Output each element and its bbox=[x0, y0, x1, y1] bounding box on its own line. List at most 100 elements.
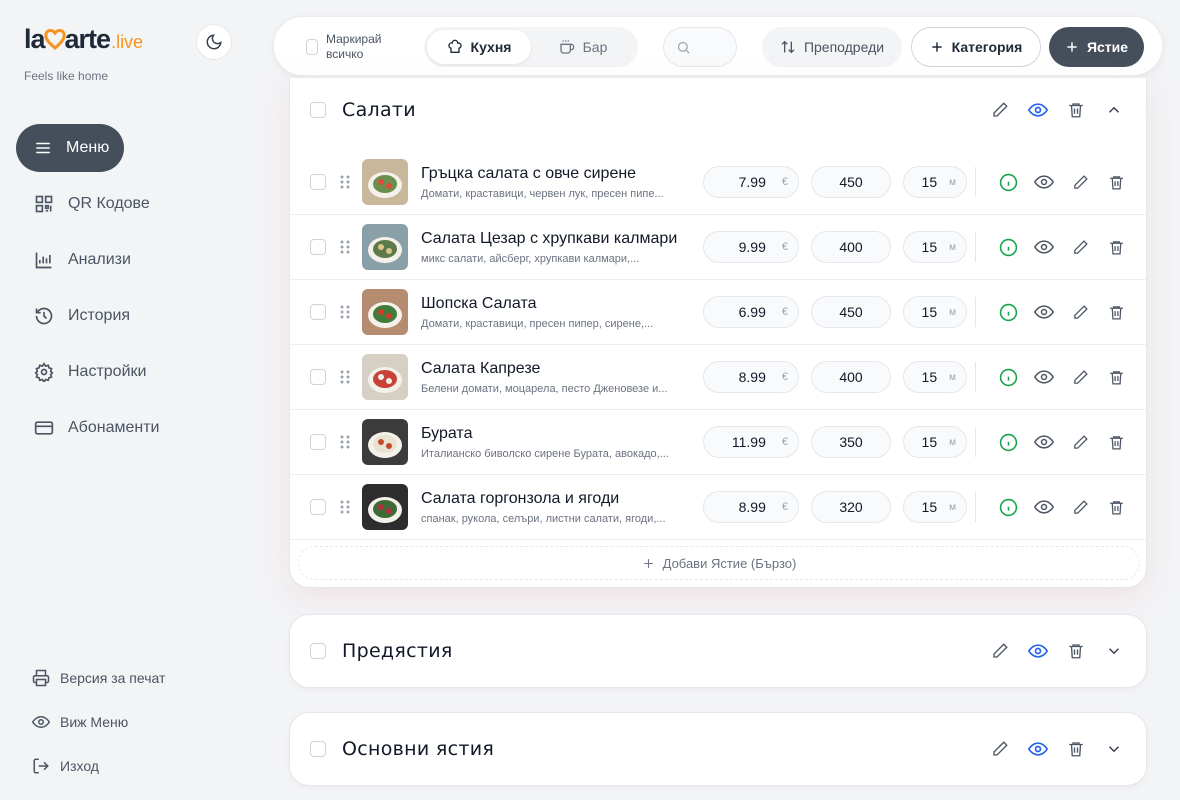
reorder-button[interactable]: Преподреди bbox=[762, 27, 902, 67]
prep-time-field[interactable]: 15 м bbox=[903, 166, 967, 198]
sidebar-item-qr[interactable]: QR Кодове bbox=[16, 180, 256, 228]
edit-dish-button[interactable] bbox=[1070, 237, 1090, 257]
toggle-dish-visibility-button[interactable] bbox=[1034, 497, 1054, 517]
mark-all-checkbox[interactable]: Маркирай всичко bbox=[306, 32, 394, 62]
category-checkbox[interactable] bbox=[310, 102, 326, 118]
drag-handle-icon[interactable] bbox=[338, 369, 352, 385]
sidebar-item-subscriptions[interactable]: Абонаменти bbox=[16, 404, 256, 452]
drag-handle-icon[interactable] bbox=[338, 239, 352, 255]
logout-link[interactable]: Изход bbox=[32, 752, 165, 780]
collapse-category-button[interactable] bbox=[1104, 100, 1124, 120]
sidebar-item-menu[interactable]: Меню bbox=[16, 124, 124, 172]
weight-field[interactable]: 400 bbox=[811, 231, 891, 263]
price-field[interactable]: 8.99 € bbox=[703, 361, 799, 393]
delete-dish-button[interactable] bbox=[1106, 237, 1126, 257]
weight-field[interactable]: 450 bbox=[811, 296, 891, 328]
edit-dish-button[interactable] bbox=[1070, 367, 1090, 387]
search-box[interactable] bbox=[663, 27, 737, 67]
dish-checkbox[interactable] bbox=[310, 304, 326, 320]
dish-checkbox[interactable] bbox=[310, 499, 326, 515]
add-category-button[interactable]: Категория bbox=[911, 27, 1041, 67]
prep-time-field[interactable]: 15 м bbox=[903, 426, 967, 458]
view-menu-link[interactable]: Виж Меню bbox=[32, 708, 165, 736]
toggle-dish-visibility-button[interactable] bbox=[1034, 432, 1054, 452]
dish-row[interactable]: Гръцка салата с овче сирене Домати, крас… bbox=[290, 150, 1146, 215]
brand-tagline: Feels like home bbox=[24, 69, 109, 83]
weight-field[interactable]: 400 bbox=[811, 361, 891, 393]
search-input[interactable] bbox=[695, 39, 735, 55]
delete-dish-button[interactable] bbox=[1106, 172, 1126, 192]
plus-icon bbox=[1067, 42, 1077, 52]
tab-bar[interactable]: Бар bbox=[531, 30, 635, 64]
edit-category-button[interactable] bbox=[990, 641, 1010, 661]
toggle-dish-visibility-button[interactable] bbox=[1034, 302, 1054, 322]
dish-row[interactable]: Салата Капрезе Белени домати, моцарела, … bbox=[290, 345, 1146, 410]
toggle-category-visibility-button[interactable] bbox=[1028, 100, 1048, 120]
info-icon bbox=[999, 433, 1017, 451]
expand-category-button[interactable] bbox=[1104, 739, 1124, 759]
card-icon bbox=[34, 421, 54, 435]
category-checkbox[interactable] bbox=[310, 643, 326, 659]
toggle-dish-visibility-button[interactable] bbox=[1034, 237, 1054, 257]
category-checkbox[interactable] bbox=[310, 741, 326, 757]
edit-category-button[interactable] bbox=[990, 100, 1010, 120]
toggle-category-visibility-button[interactable] bbox=[1028, 641, 1048, 661]
price-field[interactable]: 6.99 € bbox=[703, 296, 799, 328]
dish-row[interactable]: Бурата Италианско биволско сирене Бурата… bbox=[290, 410, 1146, 475]
edit-dish-button[interactable] bbox=[1070, 172, 1090, 192]
toggle-dish-visibility-button[interactable] bbox=[1034, 172, 1054, 192]
quick-add-dish-button[interactable]: Добави Ястие (Бързо) bbox=[298, 546, 1140, 580]
delete-dish-button[interactable] bbox=[1106, 302, 1126, 322]
theme-toggle-button[interactable] bbox=[196, 24, 232, 60]
drag-handle-icon[interactable] bbox=[338, 174, 352, 190]
dish-row[interactable]: Салата Цезар с хрупкави калмари микс сал… bbox=[290, 215, 1146, 280]
dish-row[interactable]: Салата горгонзола и ягоди спанак, рукола… bbox=[290, 475, 1146, 540]
delete-dish-button[interactable] bbox=[1106, 497, 1126, 517]
prep-time-field[interactable]: 15 м bbox=[903, 296, 967, 328]
weight-field[interactable]: 450 bbox=[811, 166, 891, 198]
weight-field[interactable]: 350 bbox=[811, 426, 891, 458]
delete-category-button[interactable] bbox=[1066, 641, 1086, 661]
edit-category-button[interactable] bbox=[990, 739, 1010, 759]
price-field[interactable]: 9.99 € bbox=[703, 231, 799, 263]
dish-info-button[interactable] bbox=[998, 237, 1018, 257]
expand-category-button[interactable] bbox=[1104, 641, 1124, 661]
prep-time-field[interactable]: 15 м bbox=[903, 361, 967, 393]
prep-time-field[interactable]: 15 м bbox=[903, 231, 967, 263]
delete-dish-button[interactable] bbox=[1106, 367, 1126, 387]
sidebar-item-analytics[interactable]: Анализи bbox=[16, 236, 256, 284]
dish-info-button[interactable] bbox=[998, 497, 1018, 517]
drag-handle-icon[interactable] bbox=[338, 434, 352, 450]
edit-dish-button[interactable] bbox=[1070, 432, 1090, 452]
add-dish-button[interactable]: Ястие bbox=[1049, 27, 1144, 67]
sidebar-item-settings[interactable]: Настройки bbox=[16, 348, 256, 396]
weight-field[interactable]: 320 bbox=[811, 491, 891, 523]
price-field[interactable]: 11.99 € bbox=[703, 426, 799, 458]
drag-handle-icon[interactable] bbox=[338, 499, 352, 515]
dish-checkbox[interactable] bbox=[310, 174, 326, 190]
print-version-link[interactable]: Версия за печат bbox=[32, 664, 165, 692]
dish-info-button[interactable] bbox=[998, 172, 1018, 192]
checkbox[interactable] bbox=[306, 39, 318, 55]
toggle-dish-visibility-button[interactable] bbox=[1034, 367, 1054, 387]
delete-dish-button[interactable] bbox=[1106, 432, 1126, 452]
price-field[interactable]: 8.99 € bbox=[703, 491, 799, 523]
dish-info-button[interactable] bbox=[998, 302, 1018, 322]
dish-row[interactable]: Шопска Салата Домати, краставици, пресен… bbox=[290, 280, 1146, 345]
delete-category-button[interactable] bbox=[1066, 739, 1086, 759]
price-field[interactable]: 7.99 € bbox=[703, 166, 799, 198]
dish-checkbox[interactable] bbox=[310, 434, 326, 450]
dish-info-button[interactable] bbox=[998, 367, 1018, 387]
sidebar-item-history[interactable]: История bbox=[16, 292, 256, 340]
edit-dish-button[interactable] bbox=[1070, 497, 1090, 517]
prep-time-field[interactable]: 15 м bbox=[903, 491, 967, 523]
toggle-category-visibility-button[interactable] bbox=[1028, 739, 1048, 759]
delete-category-button[interactable] bbox=[1066, 100, 1086, 120]
drag-handle-icon[interactable] bbox=[338, 304, 352, 320]
dish-info-button[interactable] bbox=[998, 432, 1018, 452]
dish-checkbox[interactable] bbox=[310, 239, 326, 255]
dish-checkbox[interactable] bbox=[310, 369, 326, 385]
edit-dish-button[interactable] bbox=[1070, 302, 1090, 322]
brand-logo[interactable]: la arte .live bbox=[24, 24, 143, 55]
tab-kitchen[interactable]: Кухня bbox=[427, 30, 531, 64]
